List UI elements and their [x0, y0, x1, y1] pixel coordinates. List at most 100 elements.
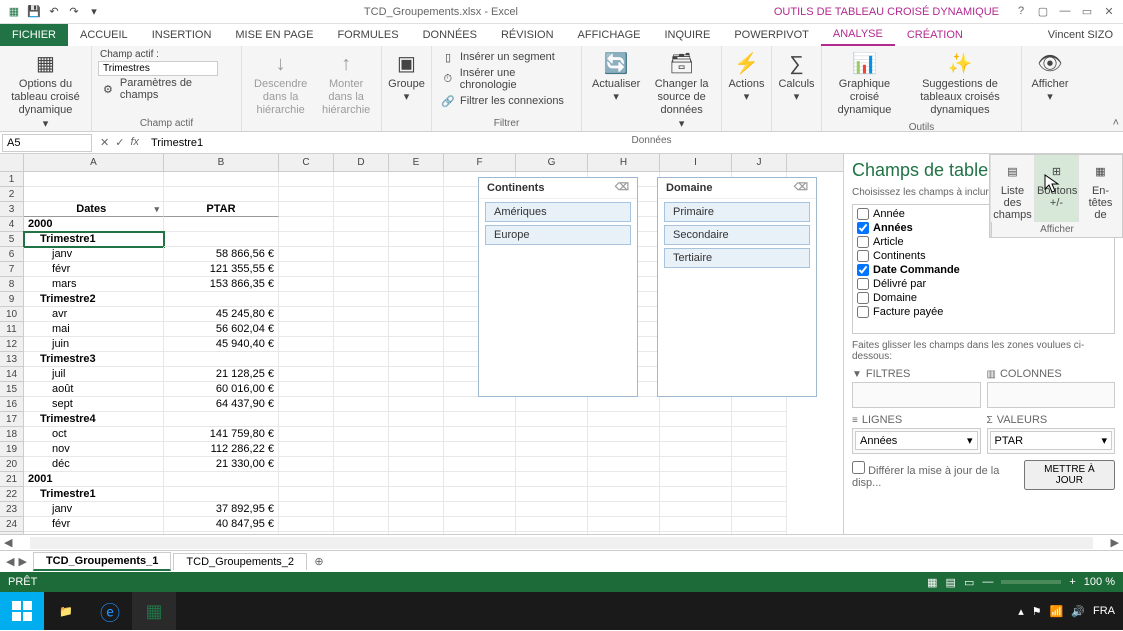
cell[interactable]: [588, 532, 660, 534]
cell[interactable]: 2000: [24, 217, 164, 232]
cell[interactable]: [164, 172, 279, 187]
cell[interactable]: 64 437,90 €: [164, 397, 279, 412]
user-name[interactable]: Vincent SIZO: [1038, 24, 1123, 46]
cell[interactable]: [444, 532, 516, 534]
field-checkbox[interactable]: [857, 250, 869, 262]
field-label[interactable]: Date Commande: [873, 264, 960, 276]
cell[interactable]: 153 866,35 €: [164, 277, 279, 292]
grid[interactable]: ABCDEFGHIJ 123Dates▾PTAR420005Trimestre1…: [0, 154, 843, 534]
tab-powerpivot[interactable]: POWERPIVOT: [722, 24, 821, 46]
cell[interactable]: [279, 487, 334, 502]
maximize-icon[interactable]: ▭: [1077, 5, 1097, 18]
cell[interactable]: [660, 442, 732, 457]
field-label[interactable]: Article: [873, 236, 904, 248]
cell[interactable]: 40 847,95 €: [164, 517, 279, 532]
cell[interactable]: [279, 307, 334, 322]
cell[interactable]: [732, 487, 787, 502]
cell[interactable]: [334, 217, 389, 232]
row-header[interactable]: 9: [0, 292, 24, 307]
row-header[interactable]: 5: [0, 232, 24, 247]
row-header[interactable]: 4: [0, 217, 24, 232]
cell[interactable]: 45 940,40 €: [164, 337, 279, 352]
cell[interactable]: 112 286,22 €: [164, 442, 279, 457]
redo-icon[interactable]: ↷: [66, 4, 82, 20]
row-header[interactable]: 16: [0, 397, 24, 412]
zoom-slider[interactable]: [1001, 580, 1061, 584]
pivot-options-button[interactable]: ▦Options du tableau croisé dynamique▾: [6, 48, 85, 133]
cell[interactable]: oct: [24, 427, 164, 442]
tab-formules[interactable]: FORMULES: [325, 24, 410, 46]
cell[interactable]: [389, 337, 444, 352]
cell[interactable]: [279, 502, 334, 517]
field-label[interactable]: Continents: [873, 250, 926, 262]
cell[interactable]: [660, 502, 732, 517]
cell[interactable]: [588, 397, 660, 412]
zone-valeurs[interactable]: PTAR▾: [987, 428, 1116, 454]
row-header[interactable]: 23: [0, 502, 24, 517]
close-icon[interactable]: ✕: [1099, 5, 1119, 18]
cell[interactable]: [516, 517, 588, 532]
cell[interactable]: [732, 427, 787, 442]
cell[interactable]: [389, 487, 444, 502]
cell[interactable]: [334, 457, 389, 472]
field-checkbox[interactable]: [857, 222, 869, 234]
cell[interactable]: [279, 517, 334, 532]
cell[interactable]: [279, 292, 334, 307]
filter-connections-button[interactable]: 🔗Filtrer les connexions: [438, 92, 575, 110]
cell[interactable]: [444, 442, 516, 457]
row-header[interactable]: 13: [0, 352, 24, 367]
cell[interactable]: [334, 427, 389, 442]
row-header[interactable]: 3: [0, 202, 24, 217]
cell[interactable]: [660, 472, 732, 487]
tray-volume-icon[interactable]: 🔊: [1071, 605, 1085, 618]
cell[interactable]: [588, 412, 660, 427]
field-checkbox[interactable]: [857, 292, 869, 304]
field-checkbox[interactable]: [857, 278, 869, 290]
qat-more-icon[interactable]: ▾: [86, 4, 102, 20]
row-header[interactable]: 14: [0, 367, 24, 382]
cell[interactable]: [389, 292, 444, 307]
valeurs-chip[interactable]: PTAR▾: [990, 431, 1113, 450]
cell[interactable]: [660, 427, 732, 442]
row-header[interactable]: 22: [0, 487, 24, 502]
cell[interactable]: [279, 172, 334, 187]
pivot-chart-button[interactable]: 📊Graphique croisé dynamique: [828, 48, 901, 120]
name-box[interactable]: [2, 134, 92, 152]
afficher-button[interactable]: 👁Afficher▾: [1028, 48, 1072, 106]
cell[interactable]: [732, 517, 787, 532]
excel-taskbar-icon[interactable]: ▦: [132, 592, 176, 630]
slicer[interactable]: Continents⌫AmériquesEurope: [478, 177, 638, 397]
field-checkbox[interactable]: [857, 264, 869, 276]
cell[interactable]: [334, 517, 389, 532]
slicer-item[interactable]: Amériques: [485, 202, 631, 222]
lignes-chip[interactable]: Années▾: [855, 431, 978, 450]
cell[interactable]: [732, 412, 787, 427]
cell[interactable]: [660, 517, 732, 532]
cell[interactable]: janv: [24, 247, 164, 262]
cell[interactable]: [279, 367, 334, 382]
row-header[interactable]: 15: [0, 382, 24, 397]
cell[interactable]: [588, 517, 660, 532]
row-header[interactable]: 25: [0, 532, 24, 534]
file-explorer-icon[interactable]: 📁: [44, 592, 88, 630]
cell[interactable]: [389, 322, 444, 337]
group-button[interactable]: ▣Groupe▾: [388, 48, 425, 106]
cell[interactable]: [732, 397, 787, 412]
cell[interactable]: [164, 187, 279, 202]
cell[interactable]: [588, 457, 660, 472]
field-label[interactable]: Années: [873, 222, 913, 234]
col-header[interactable]: E: [389, 154, 444, 171]
cell[interactable]: [732, 442, 787, 457]
cell[interactable]: nov: [24, 442, 164, 457]
help-icon[interactable]: ?: [1011, 5, 1031, 18]
cell[interactable]: [732, 457, 787, 472]
calculs-button[interactable]: ∑Calculs▾: [778, 48, 815, 106]
cell[interactable]: [164, 487, 279, 502]
row-header[interactable]: 10: [0, 307, 24, 322]
zone-filtres[interactable]: [852, 382, 981, 408]
cell[interactable]: [164, 232, 279, 247]
cell[interactable]: [334, 412, 389, 427]
row-header[interactable]: 12: [0, 337, 24, 352]
cell[interactable]: [334, 382, 389, 397]
ribbon-opts-icon[interactable]: ▢: [1033, 5, 1053, 18]
